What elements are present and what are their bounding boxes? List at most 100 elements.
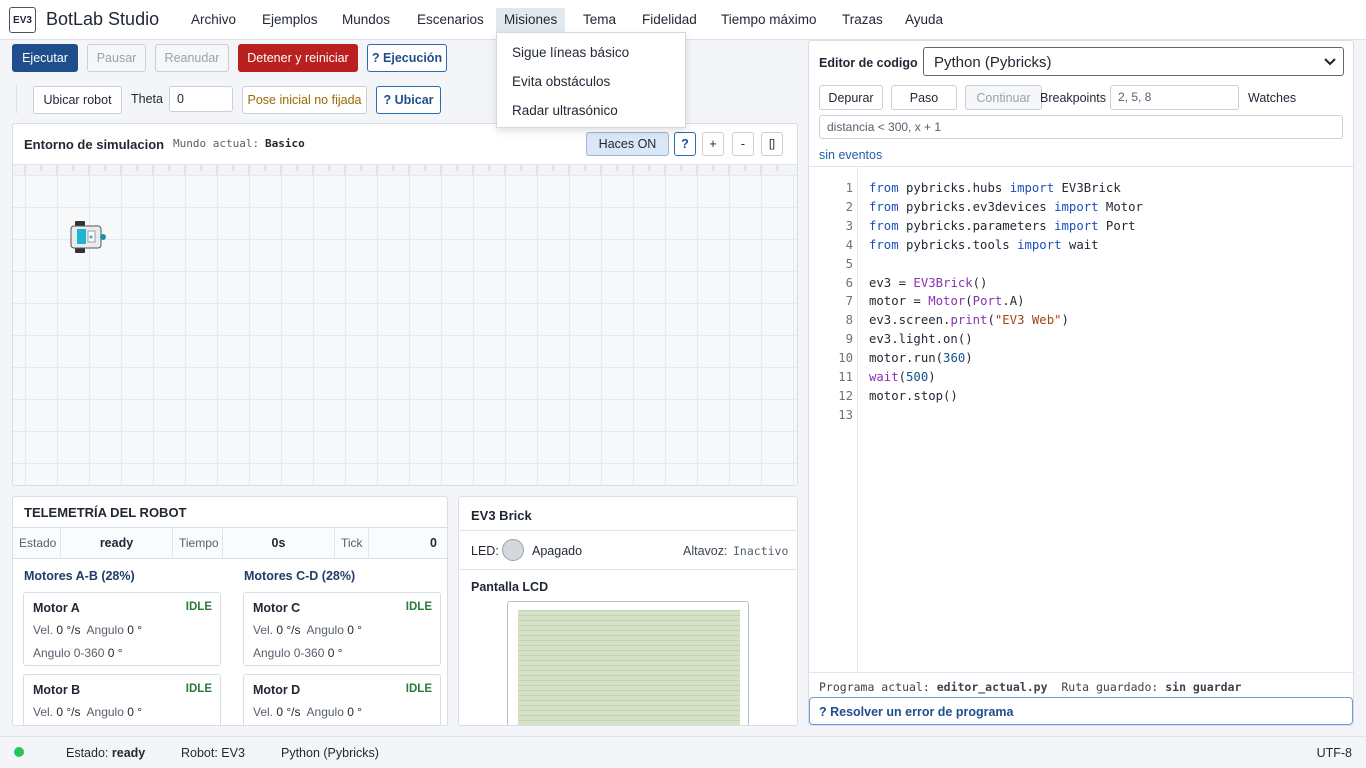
code-line[interactable]: from pybricks.tools import wait xyxy=(869,238,1099,252)
ruler-top xyxy=(13,165,797,175)
motor-status: IDLE xyxy=(185,601,212,613)
program-value: editor_actual.py xyxy=(936,680,1048,694)
gutter-divider xyxy=(857,167,858,673)
language-select[interactable]: Python (Pybricks) xyxy=(923,47,1344,76)
code-line[interactable]: from pybricks.hubs import EV3Brick xyxy=(869,181,1121,195)
step-button[interactable]: Paso xyxy=(891,85,957,110)
pose-status-badge: Pose inicial no fijada xyxy=(242,86,367,114)
motor-card-a: Motor A IDLE Vel. 0 °/s Angulo 0 ° Angul… xyxy=(23,592,221,666)
beams-toggle[interactable]: Haces ON xyxy=(586,132,669,156)
menu-ejemplos[interactable]: Ejemplos xyxy=(254,8,326,32)
simulation-canvas[interactable] xyxy=(13,164,797,485)
code-line[interactable]: ev3.light.on() xyxy=(869,332,973,346)
mission-item-line-follow[interactable]: Sigue líneas básico xyxy=(512,45,629,60)
motor-name: Motor B xyxy=(33,683,81,697)
motor-status: IDLE xyxy=(405,601,432,613)
code-line[interactable]: motor.run(360) xyxy=(869,351,973,365)
breakpoints-input[interactable]: 2, 5, 8 xyxy=(1110,85,1239,110)
state-label: Estado xyxy=(13,528,61,558)
speaker-label: Altavoz: xyxy=(683,544,728,558)
toolbar-divider xyxy=(16,85,17,113)
menu-mundos[interactable]: Mundos xyxy=(334,8,398,32)
motor-card-c: Motor C IDLE Vel. 0 °/s Angulo 0 ° Angul… xyxy=(243,592,441,666)
code-line[interactable]: ev3 = EV3Brick() xyxy=(869,276,987,290)
code-line[interactable]: motor.stop() xyxy=(869,389,958,403)
lcd-bezel xyxy=(507,601,749,725)
led-indicator-icon xyxy=(502,539,524,561)
brick-divider xyxy=(459,530,797,531)
pause-button[interactable]: Pausar xyxy=(87,44,146,72)
line-number: 6 xyxy=(845,275,853,290)
status-dot-icon xyxy=(14,747,24,757)
code-line[interactable]: from pybricks.parameters import Port xyxy=(869,219,1136,233)
menu-tema[interactable]: Tema xyxy=(575,8,624,32)
motor-speed-row: Vel. 0 °/s Angulo 0 ° xyxy=(253,623,363,637)
line-number: 4 xyxy=(845,237,853,252)
state-value: ready xyxy=(61,528,173,558)
program-label: Programa actual: xyxy=(819,680,930,694)
motor-name: Motor D xyxy=(253,683,301,697)
menu-archivo[interactable]: Archivo xyxy=(183,8,244,32)
continue-button[interactable]: Continuar xyxy=(965,85,1042,110)
line-number: 7 xyxy=(845,294,853,309)
mission-item-ultrasonic-radar[interactable]: Radar ultrasónico xyxy=(512,103,618,118)
path-value: sin guardar xyxy=(1165,680,1242,694)
led-value: Apagado xyxy=(532,544,583,558)
motor-angle360-row: Angulo 0-360 0 ° xyxy=(33,646,123,660)
zoom-in-button[interactable]: + xyxy=(702,132,724,156)
line-number: 2 xyxy=(845,199,853,214)
theta-input[interactable]: 0 xyxy=(169,86,233,112)
resume-button[interactable]: Reanudar xyxy=(155,44,229,72)
sim-help-button[interactable]: ? xyxy=(674,132,696,156)
code-line[interactable]: wait(500) xyxy=(869,370,936,384)
locate-robot-button[interactable]: Ubicar robot xyxy=(33,86,122,114)
line-number: 8 xyxy=(845,313,853,328)
motor-card-b: Motor B IDLE Vel. 0 °/s Angulo 0 ° xyxy=(23,674,221,725)
telemetry-title: TELEMETRÍA DEL ROBOT xyxy=(24,505,187,520)
lcd-screen xyxy=(518,610,740,725)
motor-speed-row: Vel. 0 °/s Angulo 0 ° xyxy=(33,623,143,637)
motors-ab-title: Motores A-B (28%) xyxy=(24,569,135,583)
watches-input[interactable]: distancia < 300, x + 1 xyxy=(819,115,1343,139)
language-select-value: Python (Pybricks) xyxy=(934,54,1052,71)
motor-name: Motor C xyxy=(253,601,301,615)
motor-speed-row: Vel. 0 °/s Angulo 0 ° xyxy=(253,705,363,719)
robot-icon[interactable] xyxy=(68,217,108,257)
debug-button[interactable]: Depurar xyxy=(819,85,883,110)
tick-label: Tick xyxy=(335,528,369,558)
locate-help-button[interactable]: ? Ubicar xyxy=(376,86,441,114)
mission-item-avoid-obstacles[interactable]: Evita obstáculos xyxy=(512,74,610,89)
resolve-error-button[interactable]: ? Resolver un error de programa xyxy=(809,697,1353,725)
missions-dropdown: Sigue líneas básico Evita obstáculos Rad… xyxy=(496,32,686,128)
app-title: BotLab Studio xyxy=(46,9,160,29)
status-robot: Robot: EV3 xyxy=(181,746,245,760)
menu-escenarios[interactable]: Escenarios xyxy=(409,8,492,32)
line-number: 11 xyxy=(838,370,853,384)
menu-ayuda[interactable]: Ayuda xyxy=(897,8,951,32)
line-number: 9 xyxy=(845,332,853,347)
code-line[interactable]: from pybricks.ev3devices import Motor xyxy=(869,200,1143,214)
status-bar: Estado: ready Robot: EV3 Python (Pybrick… xyxy=(0,736,1366,768)
code-line[interactable]: ev3.screen.print("EV3 Web") xyxy=(869,313,1069,327)
time-label: Tiempo xyxy=(173,528,223,558)
menu-misiones[interactable]: Misiones xyxy=(496,8,566,32)
code-line[interactable]: motor = Motor(Port.A) xyxy=(869,294,1025,308)
menu-fidelidad[interactable]: Fidelidad xyxy=(634,8,705,32)
line-number: 5 xyxy=(845,256,853,271)
watches-label: Watches xyxy=(1248,91,1297,105)
time-value: 0s xyxy=(223,528,335,558)
menu-trazas[interactable]: Trazas xyxy=(834,8,891,32)
app-logo: EV3 xyxy=(9,7,36,33)
stop-reset-button[interactable]: Detener y reiniciar xyxy=(238,44,358,72)
code-editor[interactable]: 1 2 3 4 5 6 7 8 9 10 11 12 13 from pybricks.hubs imp… xyxy=(809,166,1353,673)
speaker-value: Inactivo xyxy=(733,544,789,558)
motor-speed-row: Vel. 0 °/s Angulo 0 ° xyxy=(33,705,143,719)
program-info: Programa actual: editor_actual.py Ruta g… xyxy=(819,680,1241,694)
run-button[interactable]: Ejecutar xyxy=(12,44,78,72)
menu-tiempo-maximo[interactable]: Tiempo máximo xyxy=(713,8,825,32)
zoom-out-button[interactable]: - xyxy=(732,132,754,156)
execution-help-button[interactable]: ? Ejecución xyxy=(367,44,447,72)
lcd-divider xyxy=(459,569,797,570)
simulation-title: Entorno de simulacion xyxy=(24,137,165,152)
fit-view-button[interactable]: [] xyxy=(761,132,783,156)
